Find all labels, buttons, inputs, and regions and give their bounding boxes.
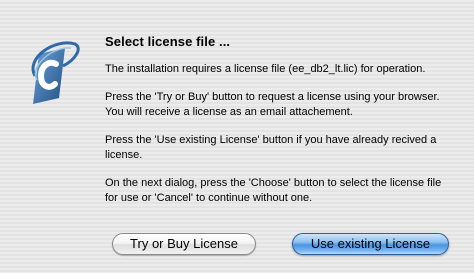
message-area: Select license file ... The installation… [105,34,455,219]
use-existing-license-button[interactable]: Use existing License [292,233,449,255]
license-dialog: Select license file ... The installation… [0,0,474,273]
application-logo-icon [25,36,81,104]
message-paragraph-3: Press the 'Use existing License' button … [105,134,437,161]
dialog-title: Select license file ... [105,34,231,49]
message-paragraph-4: On the next dialog, press the 'Choose' b… [105,177,442,204]
try-or-buy-license-button[interactable]: Try or Buy License [112,233,256,255]
message-paragraph-2: Press the 'Try or Buy' button to request… [105,91,440,118]
message-paragraph-1: The installation requires a license file… [105,63,426,75]
